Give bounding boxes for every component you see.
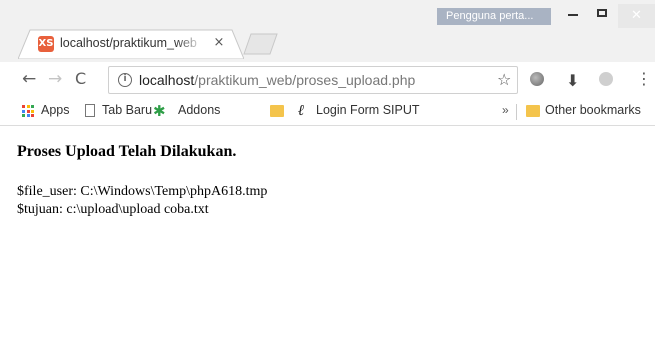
apps-grid-dot: [22, 114, 25, 117]
profile-button[interactable]: Pengguna perta...: [437, 8, 551, 25]
apps-grid-dot: [26, 114, 30, 117]
url-host: localhost: [139, 72, 195, 88]
apps-grid-dot: [22, 109, 25, 113]
favicon-icon: XS: [38, 36, 54, 52]
close-icon: ✕: [631, 8, 642, 23]
tujuan-line: $tujuan: c:\upload\upload coba.txt: [17, 202, 209, 217]
minimize-icon[interactable]: [568, 14, 578, 16]
page-content: Proses Upload Telah Dilakukan. $file_use…: [0, 126, 655, 360]
bookmark-login-form-siput[interactable]: Login Form SIPUT: [316, 103, 420, 117]
address-bar[interactable]: i localhost/praktikum_web/proses_upload.…: [108, 66, 518, 94]
puzzle-icon: ✱: [153, 102, 166, 120]
apps-grid-dot: [31, 105, 34, 108]
url-text[interactable]: localhost/praktikum_web/proses_upload.ph…: [139, 72, 415, 88]
new-tab-button[interactable]: [243, 33, 279, 55]
title-bar: XS localhost/praktikum_web × Pengguna pe…: [0, 0, 655, 62]
reload-icon[interactable]: C: [75, 70, 86, 88]
window-close-button[interactable]: ✕: [618, 4, 655, 28]
apps-grid-dot: [22, 105, 25, 108]
back-arrow-icon[interactable]: ←: [22, 70, 36, 88]
bookmark-other-bookmarks[interactable]: Other bookmarks: [545, 103, 641, 117]
tab-close-icon[interactable]: ×: [212, 35, 226, 51]
bookmark-tab-baru[interactable]: Tab Baru: [102, 103, 152, 117]
apps-grid-dot: [31, 109, 34, 113]
browser-toolbar: ← → C i localhost/praktikum_web/proses_u…: [0, 62, 655, 98]
extension-icon[interactable]: [530, 72, 544, 86]
bookmarks-divider: [516, 104, 517, 120]
bookmark-star-icon[interactable]: ☆: [497, 70, 511, 89]
forward-arrow-icon[interactable]: →: [48, 70, 62, 88]
page-icon: [85, 104, 95, 117]
tab-title-fade: [176, 34, 204, 54]
info-icon[interactable]: i: [118, 73, 132, 87]
url-path: /praktikum_web/proses_upload.php: [194, 72, 416, 88]
folder-icon[interactable]: [270, 105, 284, 117]
page-heading: Proses Upload Telah Dilakukan.: [17, 143, 237, 160]
apps-grid-icon[interactable]: [22, 105, 34, 117]
apps-grid-dot: [26, 105, 30, 108]
script-icon: ℓ: [298, 101, 305, 119]
apps-grid-dot: [31, 114, 34, 117]
globe-extension-icon[interactable]: [599, 72, 613, 86]
file-user-line: $file_user: C:\Windows\Temp\phpA618.tmp: [17, 184, 268, 199]
bookmark-addons[interactable]: Addons: [178, 103, 220, 117]
bookmarks-overflow-icon[interactable]: »: [502, 103, 509, 117]
apps-grid-dot: [26, 109, 30, 113]
bookmark-apps[interactable]: Apps: [41, 103, 70, 117]
menu-icon[interactable]: ⋮: [636, 69, 652, 88]
bookmarks-bar: Apps Tab Baru ✱ Addons ℓ Login Form SIPU…: [0, 98, 655, 126]
other-bookmarks-folder-icon: [526, 105, 540, 117]
browser-tab[interactable]: XS localhost/praktikum_web ×: [18, 29, 244, 59]
maximize-icon[interactable]: [597, 9, 607, 17]
download-icon[interactable]: ⬇: [566, 71, 579, 90]
